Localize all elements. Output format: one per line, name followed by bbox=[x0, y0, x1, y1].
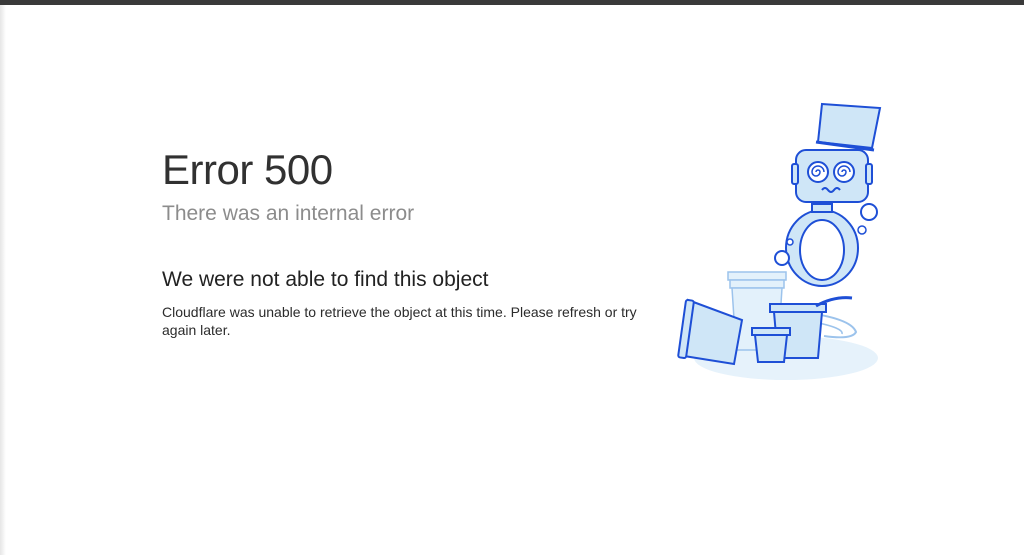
bubble bbox=[786, 238, 794, 246]
error-heading: We were not able to find this object bbox=[162, 268, 489, 291]
bubble bbox=[860, 203, 878, 221]
robot-head bbox=[791, 149, 873, 203]
confused-robot-with-buckets-icon bbox=[677, 102, 882, 380]
error-title: Error 500 bbox=[162, 146, 333, 193]
error-subtitle: There was an internal error bbox=[162, 202, 415, 225]
small-cup bbox=[751, 327, 791, 363]
bubble bbox=[857, 225, 867, 235]
error-content: Error 500 There was an internal error We… bbox=[162, 146, 662, 339]
bucket-lid bbox=[815, 296, 853, 308]
bubble bbox=[774, 250, 790, 266]
robot-body bbox=[785, 203, 859, 287]
head-bucket bbox=[816, 102, 882, 150]
window-left-edge bbox=[0, 5, 6, 555]
error-message: Cloudflare was unable to retrieve the ob… bbox=[162, 304, 637, 338]
tipped-bucket bbox=[677, 298, 744, 366]
window-top-bar bbox=[0, 0, 1024, 5]
